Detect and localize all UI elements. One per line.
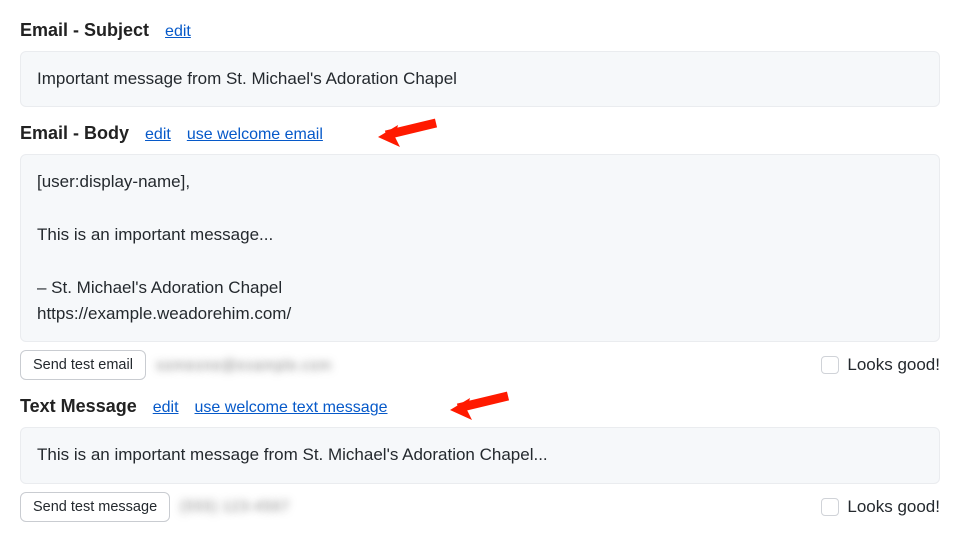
- arrow-icon: [378, 117, 438, 149]
- text-message-use-welcome-link[interactable]: use welcome text message: [195, 399, 388, 417]
- email-body-header: Email - Body edit use welcome email: [20, 123, 940, 144]
- email-body-section: Email - Body edit use welcome email [use…: [20, 123, 940, 380]
- send-test-message-button[interactable]: Send test message: [20, 492, 170, 522]
- text-recipient-redacted: (555) 123-4567: [180, 498, 290, 515]
- email-subject-header: Email - Subject edit: [20, 20, 940, 41]
- email-subject-content: Important message from St. Michael's Ado…: [20, 51, 940, 107]
- text-looks-good-label: Looks good!: [847, 497, 940, 517]
- email-subject-title: Email - Subject: [20, 20, 149, 41]
- email-subject-edit-link[interactable]: edit: [165, 23, 191, 41]
- email-looks-good-label: Looks good!: [847, 355, 940, 375]
- text-message-action-row: Send test message (555) 123-4567 Looks g…: [20, 492, 940, 522]
- email-recipient-redacted: someone@example.com: [156, 357, 332, 374]
- email-body-content: [user:display-name], This is an importan…: [20, 154, 940, 342]
- email-body-edit-link[interactable]: edit: [145, 126, 171, 144]
- text-message-edit-link[interactable]: edit: [153, 399, 179, 417]
- arrow-icon: [450, 390, 510, 422]
- email-looks-good-wrap: Looks good!: [821, 355, 940, 375]
- text-message-title: Text Message: [20, 396, 137, 417]
- email-subject-section: Email - Subject edit Important message f…: [20, 20, 940, 107]
- email-body-use-welcome-link[interactable]: use welcome email: [187, 126, 323, 144]
- send-test-email-button[interactable]: Send test email: [20, 350, 146, 380]
- text-message-section: Text Message edit use welcome text messa…: [20, 396, 940, 521]
- text-message-header: Text Message edit use welcome text messa…: [20, 396, 940, 417]
- text-looks-good-checkbox[interactable]: [821, 498, 839, 516]
- email-body-title: Email - Body: [20, 123, 129, 144]
- text-looks-good-wrap: Looks good!: [821, 497, 940, 517]
- text-message-content: This is an important message from St. Mi…: [20, 427, 940, 483]
- email-looks-good-checkbox[interactable]: [821, 356, 839, 374]
- email-body-action-row: Send test email someone@example.com Look…: [20, 350, 940, 380]
